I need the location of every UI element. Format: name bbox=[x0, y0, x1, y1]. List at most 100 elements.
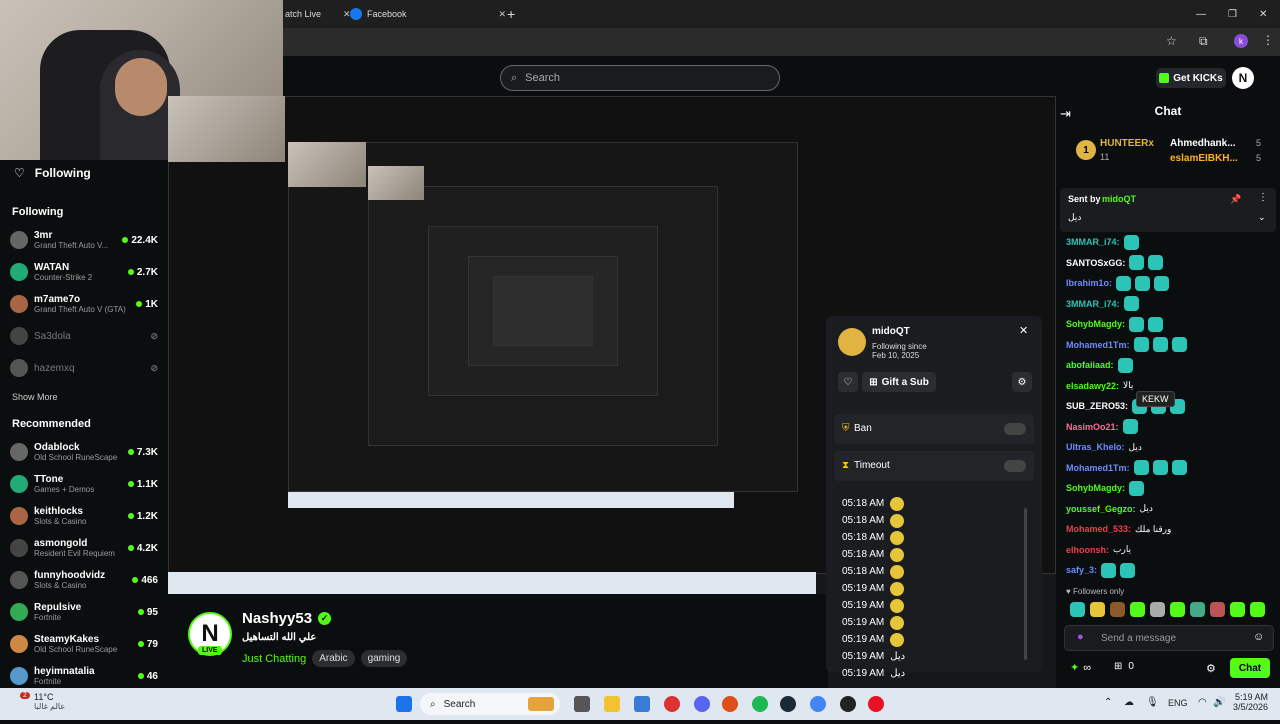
chat-message[interactable]: SohybMagdy: bbox=[1056, 478, 1280, 499]
following-nav[interactable]: ♡ Following bbox=[0, 160, 168, 186]
chat-message[interactable]: Mohamed_533: ورقنا ملك bbox=[1056, 519, 1280, 540]
app-icon[interactable] bbox=[664, 696, 680, 712]
chat-message[interactable]: 3MMAR_i74: bbox=[1056, 232, 1280, 253]
chat-username[interactable]: elhoonsh: bbox=[1066, 545, 1109, 555]
chat-message[interactable]: 3MMAR_i74: bbox=[1056, 294, 1280, 315]
close-window-icon[interactable]: ✕ bbox=[1259, 9, 1267, 20]
close-icon[interactable]: ✕ bbox=[1019, 324, 1028, 337]
sidebar-channel-recommended[interactable]: TTone Games + Demos 1.1K bbox=[0, 468, 168, 500]
chat-message[interactable]: youssef_Gegzo: ديل bbox=[1056, 499, 1280, 520]
chat-username[interactable]: abofaiiaad: bbox=[1066, 360, 1114, 370]
emote-icon[interactable] bbox=[1210, 602, 1225, 617]
tag-chip[interactable]: Arabic bbox=[312, 650, 355, 667]
extensions-icon[interactable]: ⧉ bbox=[1199, 34, 1208, 49]
chat-username[interactable]: Mohamed1Tm: bbox=[1066, 340, 1130, 350]
chat-username[interactable]: youssef_Gegzo: bbox=[1066, 504, 1136, 514]
emote-icon[interactable] bbox=[1070, 602, 1085, 617]
chat-username[interactable]: Mohamed_533: bbox=[1066, 524, 1131, 534]
chevron-up-icon[interactable]: ⌃ bbox=[1104, 697, 1112, 708]
scrollbar[interactable] bbox=[1024, 508, 1027, 660]
menu-icon[interactable]: ⋮ bbox=[1262, 33, 1274, 47]
app-icon[interactable] bbox=[868, 696, 884, 712]
gift-sub-button[interactable]: ⊞ Gift a Sub bbox=[862, 372, 936, 392]
sidebar-channel-recommended[interactable]: funnyhoodvidz Slots & Casino 466 bbox=[0, 564, 168, 596]
onedrive-icon[interactable]: ☁ bbox=[1124, 697, 1134, 708]
app-icon[interactable] bbox=[722, 696, 738, 712]
chat-username[interactable]: SohybMagdy: bbox=[1066, 483, 1125, 493]
new-tab-button[interactable]: + bbox=[507, 2, 515, 26]
send-chat-button[interactable]: Chat bbox=[1230, 658, 1270, 678]
sidebar-channel-following[interactable]: Sa3dola ⊘ bbox=[0, 320, 168, 352]
taskbar-search[interactable]: ⌕ Search bbox=[420, 693, 560, 715]
chat-username[interactable]: SANTOSxGG: bbox=[1066, 258, 1125, 268]
weather-widget[interactable]: 2 11°C عالم غالبا bbox=[8, 692, 65, 711]
chevron-down-icon[interactable]: ⌄ bbox=[1258, 212, 1266, 223]
chat-message[interactable]: Ibrahim1o: bbox=[1056, 273, 1280, 294]
kicks-wallet[interactable]: ✦ ∞ bbox=[1070, 661, 1091, 675]
language-indicator[interactable]: ENG bbox=[1168, 698, 1188, 708]
star-icon[interactable]: ☆ bbox=[1166, 34, 1177, 48]
sidebar-channel-following[interactable]: m7ame7o Grand Theft Auto V (GTA) 1K bbox=[0, 288, 168, 320]
chat-message[interactable]: Ultras_Khelo: ديل bbox=[1056, 437, 1280, 458]
top-gifter-name[interactable]: eslamEIBKH... bbox=[1170, 153, 1238, 164]
chat-username[interactable]: Mohamed1Tm: bbox=[1066, 463, 1130, 473]
minimize-icon[interactable]: — bbox=[1196, 9, 1206, 20]
chat-username[interactable]: elsadawy22: bbox=[1066, 381, 1119, 391]
ban-toggle[interactable] bbox=[1004, 423, 1026, 435]
top-gifter-name[interactable]: Ahmedhank... bbox=[1170, 138, 1236, 149]
message-input[interactable]: ● Send a message ☺ bbox=[1064, 625, 1274, 651]
sidebar-channel-recommended[interactable]: asmongold Resident Evil Requiem 4.2K bbox=[0, 532, 168, 564]
chat-username[interactable]: 3MMAR_i74: bbox=[1066, 237, 1120, 247]
volume-icon[interactable]: 🔊 bbox=[1213, 697, 1225, 708]
sidebar-channel-recommended[interactable]: SteamyKakes Old School RuneScape 79 bbox=[0, 628, 168, 660]
mic-icon[interactable]: 🎙 bbox=[1146, 697, 1159, 708]
chat-message[interactable]: SANTOSxGG: bbox=[1056, 253, 1280, 274]
sidebar-channel-following[interactable]: WATAN Counter-Strike 2 2.7K bbox=[0, 256, 168, 288]
chat-username[interactable]: 3MMAR_i74: bbox=[1066, 299, 1120, 309]
chat-username[interactable]: Ibrahim1o: bbox=[1066, 278, 1112, 288]
pin-icon[interactable]: 📌 bbox=[1230, 194, 1241, 205]
discord-icon[interactable] bbox=[694, 696, 710, 712]
more-icon[interactable]: ⋮ bbox=[1258, 192, 1268, 203]
store-icon[interactable] bbox=[634, 696, 650, 712]
settings-gear-icon[interactable]: ⚙ bbox=[1206, 662, 1216, 675]
top-gifter-name[interactable]: HUNTEERx bbox=[1100, 138, 1154, 149]
chat-message[interactable]: Mohamed1Tm: bbox=[1056, 458, 1280, 479]
close-tab-icon[interactable]: ✕ bbox=[499, 9, 507, 20]
chat-message[interactable]: NasimOo21: bbox=[1056, 417, 1280, 438]
timeout-toggle[interactable] bbox=[1004, 460, 1026, 472]
clock[interactable]: 5:19 AM 3/5/2026 bbox=[1232, 692, 1268, 712]
sidebar-channel-recommended[interactable]: Repulsive Fortnite 95 bbox=[0, 596, 168, 628]
show-more-link[interactable]: Show More bbox=[0, 384, 168, 408]
chat-message[interactable]: safy_3: bbox=[1056, 560, 1280, 581]
emote-icon[interactable] bbox=[1150, 602, 1165, 617]
spotify-icon[interactable] bbox=[752, 696, 768, 712]
chat-username[interactable]: NasimOo21: bbox=[1066, 422, 1119, 432]
pinned-user[interactable]: midoQT bbox=[1102, 194, 1136, 204]
emote-icon[interactable] bbox=[1090, 602, 1105, 617]
channel-name[interactable]: Nashyy53 bbox=[242, 610, 312, 627]
user-avatar[interactable]: N bbox=[1232, 67, 1254, 89]
get-kicks-button[interactable]: Get KICKs bbox=[1156, 68, 1226, 88]
tab-facebook[interactable]: Facebook ✕ bbox=[350, 2, 506, 26]
app-icon[interactable] bbox=[840, 696, 856, 712]
tag-chip[interactable]: gaming bbox=[360, 650, 408, 667]
chat-message[interactable]: Mohamed1Tm: bbox=[1056, 335, 1280, 356]
wifi-icon[interactable]: ◠ bbox=[1198, 697, 1207, 708]
emote-icon[interactable] bbox=[1130, 602, 1145, 617]
follow-heart-button[interactable]: ♡ bbox=[838, 372, 858, 392]
emote-icon[interactable] bbox=[1250, 602, 1265, 617]
sidebar-channel-recommended[interactable]: keithlocks Slots & Casino 1.2K bbox=[0, 500, 168, 532]
chrome-icon[interactable] bbox=[810, 696, 826, 712]
search-input[interactable]: ⌕ Search bbox=[500, 65, 780, 91]
gift-count[interactable]: ⊞ 0 bbox=[1114, 661, 1134, 672]
emoji-icon[interactable]: ☺ bbox=[1253, 631, 1264, 643]
task-view-icon[interactable] bbox=[574, 696, 590, 712]
mic-icon[interactable]: ● bbox=[1077, 631, 1084, 643]
category-link[interactable]: Just Chatting bbox=[242, 653, 306, 665]
restore-icon[interactable]: ❐ bbox=[1228, 9, 1237, 20]
file-explorer-icon[interactable] bbox=[604, 696, 620, 712]
emote-icon[interactable] bbox=[1190, 602, 1205, 617]
sidebar-channel-following[interactable]: 3mr Grand Theft Auto V... 22.4K bbox=[0, 224, 168, 256]
emote-icon[interactable] bbox=[1230, 602, 1245, 617]
